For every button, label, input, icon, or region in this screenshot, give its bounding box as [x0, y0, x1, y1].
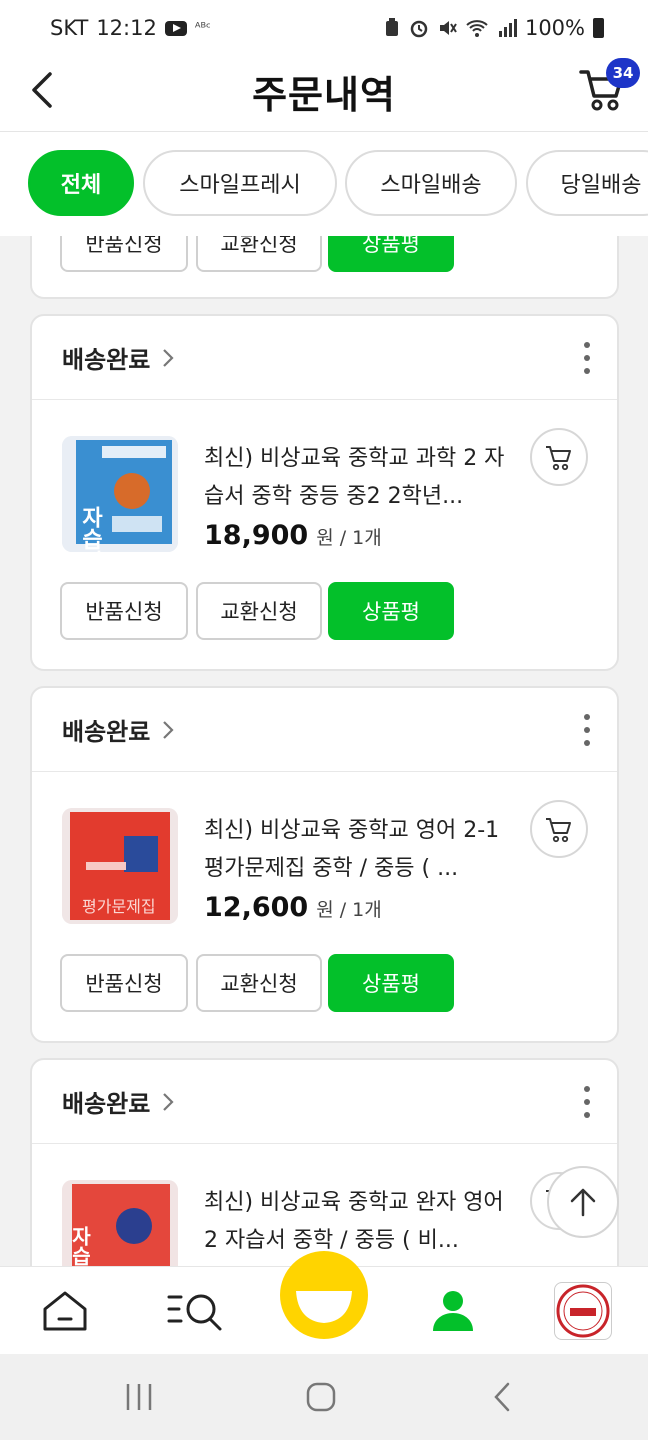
return-request-button[interactable]: 반품신청: [60, 954, 188, 1012]
order-card: 배송완료 자습서 최신) 비상교육 중학교 완자 영어 2 자습서 중학 / 중…: [30, 1058, 619, 1267]
product-thumbnail[interactable]: 자습서: [62, 436, 178, 552]
order-card: 배송완료 자습서 최신) 비상교육 중학교 과학 2 자습서 중학 중등 중2 …: [30, 314, 619, 671]
order-status-label: 배송완료: [62, 718, 151, 746]
nav-home[interactable]: [32, 1267, 98, 1355]
search-menu-icon: [167, 1294, 222, 1331]
cart-count-badge: 34: [606, 58, 640, 88]
filter-chip-same-day[interactable]: 당일배송: [526, 150, 648, 216]
order-status-label: 배송완료: [62, 1090, 151, 1118]
thumb-text: 자습서: [78, 506, 103, 552]
order-status-link[interactable]: 배송완료: [62, 340, 178, 375]
filter-chip-smile-fresh[interactable]: 스마일프레시: [143, 150, 337, 216]
thumb-text: 평가문제집: [82, 897, 156, 916]
chevron-right-icon: [163, 1092, 174, 1111]
exchange-request-button[interactable]: 교환신청: [196, 582, 322, 640]
add-to-cart-icon: [546, 818, 571, 843]
exchange-request-button[interactable]: 교환신청: [196, 236, 322, 272]
home-circle-icon: [306, 1382, 336, 1412]
chevron-right-icon: [163, 720, 174, 739]
recent-apps-icon: [126, 1384, 152, 1410]
more-options-button[interactable]: [581, 342, 593, 374]
system-back-button[interactable]: [478, 1372, 528, 1422]
product-image: 자습서: [62, 436, 178, 552]
back-system-icon: [494, 1382, 510, 1412]
price-row: 18,900 원 / 1개: [204, 520, 382, 551]
return-request-button[interactable]: 반품신청: [60, 236, 188, 272]
home-icon: [43, 1291, 87, 1331]
order-card-header: 배송완료: [32, 688, 617, 772]
carrier-label: SKT: [50, 16, 89, 40]
more-options-button[interactable]: [581, 1086, 593, 1118]
order-status-label: 배송완료: [62, 346, 151, 374]
bottom-nav: [0, 1251, 648, 1355]
order-card-partial: 반품신청 교환신청 상품평: [30, 236, 619, 299]
exchange-request-button[interactable]: 교환신청: [196, 954, 322, 1012]
order-card-header: 배송완료: [32, 316, 617, 400]
notification-glyph: ᴬᴮᶜ: [194, 20, 211, 36]
price-row: 12,600 원 / 1개: [204, 892, 382, 923]
nav-my-page[interactable]: [420, 1267, 486, 1355]
smile-icon: [296, 1291, 352, 1323]
wifi-icon: [466, 20, 488, 37]
product-title[interactable]: 최신) 비상교육 중학교 영어 2-1 평가문제집 중학 / 중등 ( ...: [204, 812, 510, 888]
price-unit: 원 / 1개: [316, 899, 382, 921]
order-status-link[interactable]: 배송완료: [62, 712, 178, 747]
review-button[interactable]: 상품평: [328, 236, 454, 272]
review-button[interactable]: 상품평: [328, 954, 454, 1012]
thumb-text: 자습서: [68, 1226, 92, 1267]
add-to-cart-button[interactable]: [530, 800, 588, 858]
clock: 12:12: [96, 16, 157, 40]
product-image: 자습서: [62, 1180, 178, 1267]
scroll-to-top-button[interactable]: [547, 1166, 619, 1238]
nav-recent[interactable]: [550, 1267, 616, 1355]
price-unit: 원 / 1개: [316, 527, 382, 549]
order-list[interactable]: 반품신청 교환신청 상품평 배송완료 자습서 최신) 비상교육 중학교 과학 2…: [0, 236, 648, 1267]
user-icon: [433, 1291, 473, 1331]
alarm-icon: [410, 20, 428, 38]
mute-icon: [439, 21, 457, 35]
filter-chip-smile-delivery[interactable]: 스마일배송: [345, 150, 517, 216]
order-card-header: 배송완료: [32, 1060, 617, 1144]
chevron-right-icon: [163, 348, 174, 367]
add-to-cart-button[interactable]: [530, 428, 588, 486]
product-image: 평가문제집: [62, 808, 178, 924]
add-to-cart-icon: [546, 446, 571, 471]
signal-icon: [498, 19, 517, 37]
recent-apps-button[interactable]: [114, 1372, 164, 1422]
order-status-link[interactable]: 배송완료: [62, 1084, 178, 1119]
home-system-button[interactable]: [296, 1372, 346, 1422]
page-title: 주문내역: [252, 73, 396, 117]
product-title[interactable]: 최신) 비상교육 중학교 과학 2 자습서 중학 중등 중2 2학년...: [204, 440, 510, 516]
more-options-button[interactable]: [581, 714, 593, 746]
product-price: 12,600: [204, 892, 309, 923]
battery-icon: [593, 18, 604, 38]
filter-chip-all[interactable]: 전체: [28, 150, 134, 216]
status-right: 100%: [383, 16, 604, 40]
product-thumbnail[interactable]: 자습서: [62, 1180, 178, 1267]
battery-percent: 100%: [524, 16, 585, 40]
product-price: 18,900: [204, 520, 309, 551]
recent-item-thumbnail: [554, 1282, 612, 1340]
recycle-icon: [385, 18, 398, 36]
header: 주문내역 34: [0, 56, 648, 132]
system-nav-bar: [0, 1354, 648, 1440]
return-request-button[interactable]: 반품신청: [60, 582, 188, 640]
status-bar: SKT 12:12 ᴬᴮᶜ 100%: [0, 0, 648, 56]
youtube-icon: [164, 20, 187, 36]
product-title[interactable]: 최신) 비상교육 중학교 완자 영어 2 자습서 중학 / 중등 ( 비...: [204, 1184, 510, 1260]
arrow-up-icon: [570, 1188, 596, 1217]
nav-category-search[interactable]: [160, 1267, 230, 1355]
filter-bar: 전체 스마일프레시 스마일배송 당일배송: [0, 132, 648, 236]
product-thumbnail[interactable]: 평가문제집: [62, 808, 178, 924]
status-left: SKT 12:12 ᴬᴮᶜ: [50, 16, 211, 40]
order-card: 배송완료 평가문제집 최신) 비상교육 중학교 영어 2-1 평가문제집 중학 …: [30, 686, 619, 1043]
smile-button[interactable]: [280, 1251, 368, 1339]
review-button[interactable]: 상품평: [328, 582, 454, 640]
